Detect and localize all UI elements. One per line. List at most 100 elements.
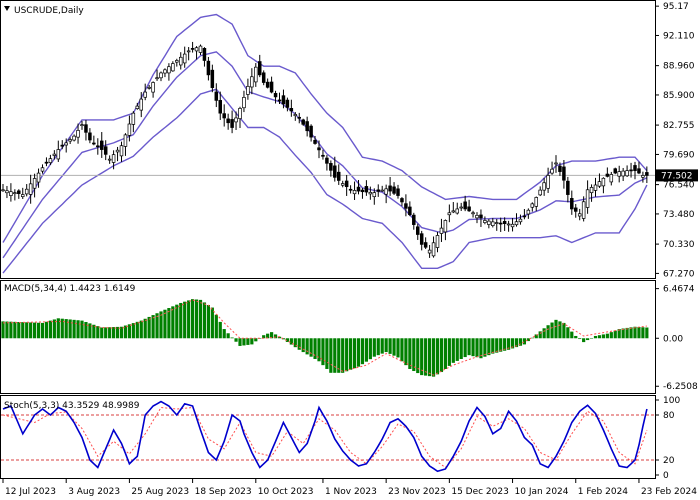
candle-body xyxy=(475,214,479,219)
candle-body xyxy=(88,132,92,141)
candle-body xyxy=(518,218,523,223)
candle-body xyxy=(443,220,448,233)
candle-body xyxy=(52,153,57,156)
candle-body xyxy=(281,95,286,105)
candle-body xyxy=(64,142,68,146)
stoch-axis-label: 80 xyxy=(663,411,675,421)
macd-bar xyxy=(368,338,372,360)
macd-bar xyxy=(246,338,250,345)
stoch-axis-label: 20 xyxy=(663,456,675,466)
macd-bar xyxy=(408,338,412,369)
price-axis-label: 67.270 xyxy=(663,269,695,279)
macd-bar xyxy=(443,338,447,369)
macd-bar xyxy=(147,316,151,339)
candle-body xyxy=(554,162,558,165)
candle-body xyxy=(163,69,167,74)
macd-bar xyxy=(151,315,155,339)
candle-body xyxy=(48,158,53,164)
macd-bar xyxy=(424,338,428,376)
macd-bar xyxy=(194,299,199,339)
candle-body xyxy=(495,222,499,224)
candle-body xyxy=(506,223,511,226)
candle-body xyxy=(423,242,428,248)
candle-body xyxy=(103,146,108,155)
candle-body xyxy=(309,125,313,138)
candle-body xyxy=(368,191,373,195)
macd-bar xyxy=(238,338,242,346)
candle-body xyxy=(218,100,223,114)
date-label: 25 Aug 2023 xyxy=(131,487,189,497)
macd-bar xyxy=(96,326,100,339)
candle-body xyxy=(289,108,294,112)
candle-body xyxy=(629,169,633,172)
macd-bar xyxy=(167,308,171,339)
macd-bar xyxy=(139,320,143,339)
macd-bar xyxy=(589,338,594,339)
candle-body xyxy=(550,168,554,174)
candle-body xyxy=(230,119,234,128)
date-label: 3 Aug 2023 xyxy=(68,487,120,497)
candle-body xyxy=(1,189,5,192)
macd-bar xyxy=(36,322,41,339)
candle-body xyxy=(435,235,440,248)
macd-bar xyxy=(372,338,376,357)
candle-body xyxy=(226,118,230,124)
candle-body xyxy=(214,91,219,101)
candle-body xyxy=(337,171,341,181)
candle-body xyxy=(581,201,586,219)
macd-bar xyxy=(127,324,131,339)
candle-body xyxy=(416,226,420,235)
macd-bar xyxy=(242,338,246,346)
candle-body xyxy=(147,86,151,89)
macd-bar xyxy=(601,334,605,339)
macd-bar xyxy=(641,327,645,339)
date-label: 1 Feb 2024 xyxy=(578,487,629,497)
candle-body xyxy=(412,214,416,225)
macd-bar xyxy=(586,338,590,341)
candle-body xyxy=(273,93,278,98)
candle-body xyxy=(573,207,578,212)
date-label: 1 Nov 2023 xyxy=(325,487,377,497)
candle-body xyxy=(538,189,542,196)
candle-body xyxy=(510,223,515,228)
candle-body xyxy=(277,99,282,102)
candle-body xyxy=(115,149,120,153)
candle-body xyxy=(265,81,270,88)
macd-bar xyxy=(384,338,388,353)
macd-axis-label: 0.00 xyxy=(663,334,683,344)
macd-bar xyxy=(550,322,554,339)
candle-body xyxy=(617,171,621,177)
macd-bar xyxy=(388,338,392,354)
candle-body xyxy=(17,190,21,194)
macd-bar xyxy=(321,338,325,366)
candle-body xyxy=(182,53,187,64)
macd-bar xyxy=(48,320,52,339)
candle-body xyxy=(123,134,128,147)
candle-body xyxy=(419,233,424,245)
macd-bar xyxy=(562,322,566,339)
macd-bar xyxy=(645,327,649,339)
candle-body xyxy=(143,91,147,98)
candle-body xyxy=(135,105,140,109)
candle-body xyxy=(491,221,495,226)
candle-body xyxy=(32,178,37,189)
candle-body xyxy=(261,72,266,83)
macd-bar xyxy=(463,338,467,358)
candle-body xyxy=(44,161,49,164)
candle-body xyxy=(388,185,392,192)
macd-bar xyxy=(337,338,341,373)
macd-bar xyxy=(447,338,451,366)
macd-bar xyxy=(317,338,321,362)
candle-body xyxy=(202,48,207,61)
candle-body xyxy=(396,188,400,196)
candle-body xyxy=(210,69,215,88)
candle-body xyxy=(577,213,582,217)
date-label: 10 Oct 2023 xyxy=(258,487,314,497)
stoch-axis-label: 100 xyxy=(663,396,680,406)
macd-bar xyxy=(163,309,167,339)
macd-bar xyxy=(360,338,365,365)
candle-body xyxy=(9,191,13,196)
candle-body xyxy=(570,198,574,210)
macd-bar xyxy=(554,319,558,339)
macd-bar xyxy=(416,338,420,374)
